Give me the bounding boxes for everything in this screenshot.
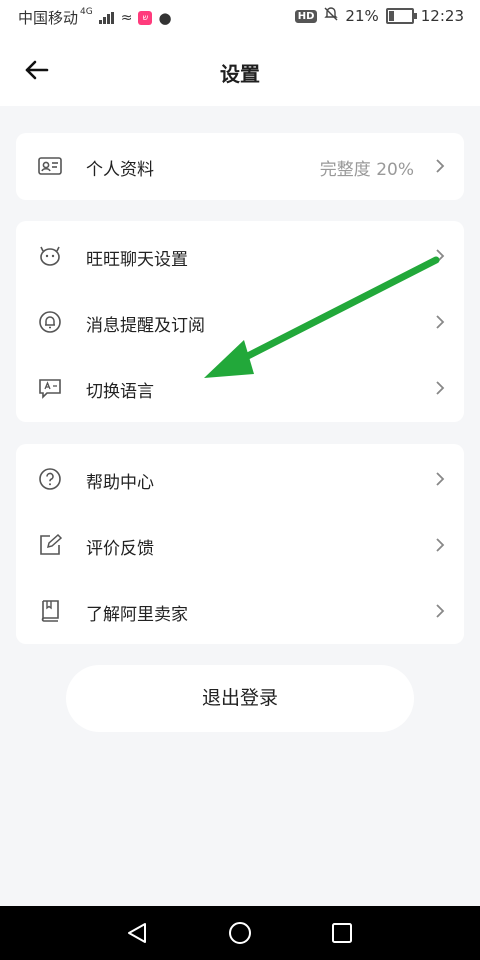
notification-subscription-row[interactable]: 消息提醒及订阅: [16, 289, 464, 355]
nav-home-button[interactable]: [225, 918, 255, 948]
nav-back-button[interactable]: [123, 918, 153, 948]
circle-home-icon: [229, 922, 251, 944]
mute-bell-icon: [324, 7, 339, 25]
logout-button[interactable]: 退出登录: [66, 665, 414, 732]
feedback-row[interactable]: 评价反馈: [16, 512, 464, 578]
profile-label: 个人资料: [86, 160, 154, 180]
status-bar: 中国移动 4G ≈ ש ● HD 21% 12:23: [0, 0, 480, 34]
language-icon: [39, 379, 61, 399]
page-title: 设置: [220, 62, 260, 86]
hd-icon: HD: [294, 9, 318, 23]
header: 设置: [0, 34, 480, 106]
network-type: 4G: [80, 6, 93, 17]
clock: 12:23: [420, 7, 464, 25]
profile-card: 个人资料 完整度 20%: [16, 133, 464, 200]
edit-icon: [40, 533, 62, 555]
chat-settings-label: 旺旺聊天设置: [86, 250, 188, 270]
wifi-icon: ≈: [120, 9, 133, 26]
book-icon: [41, 600, 59, 622]
battery-percent: 21%: [345, 7, 379, 25]
nav-recents-button[interactable]: [327, 918, 357, 948]
battery-icon: [385, 8, 417, 24]
about-seller-row[interactable]: 了解阿里卖家: [16, 578, 464, 644]
help-center-label: 帮助中心: [86, 473, 154, 493]
app-notification-icon: ש: [138, 10, 153, 25]
switch-language-label: 切换语言: [86, 382, 154, 402]
chevron-right-icon: [436, 381, 445, 395]
id-card-icon: [38, 157, 62, 175]
chevron-right-icon: [436, 604, 445, 618]
chevron-right-icon: [436, 159, 445, 173]
question-circle-icon: [39, 468, 61, 490]
chevron-right-icon: [436, 538, 445, 552]
system-nav-bar: [0, 906, 480, 960]
help-center-row[interactable]: 帮助中心: [16, 446, 464, 512]
feedback-label: 评价反馈: [86, 539, 154, 559]
help-card: 帮助中心 评价反馈 了解阿里卖家: [16, 444, 464, 644]
settings-card: 旺旺聊天设置 消息提醒及订阅 切换语言: [16, 221, 464, 422]
carrier-name: 中国移动: [18, 9, 79, 27]
square-recents-icon: [332, 923, 352, 943]
profile-completeness: 完整度 20%: [319, 160, 414, 180]
chevron-right-icon: [436, 249, 445, 263]
bell-icon: [39, 311, 61, 333]
wangwang-icon: [40, 246, 60, 266]
chevron-right-icon: [436, 472, 445, 486]
chevron-right-icon: [436, 315, 445, 329]
triangle-back-icon: [128, 923, 146, 943]
notification-label: 消息提醒及订阅: [86, 316, 205, 336]
signal-icon: [98, 11, 115, 24]
switch-language-row[interactable]: 切换语言: [16, 355, 464, 421]
profile-row[interactable]: 个人资料 完整度 20%: [16, 133, 464, 200]
about-seller-label: 了解阿里卖家: [86, 605, 188, 625]
chat-settings-row[interactable]: 旺旺聊天设置: [16, 223, 464, 289]
message-icon: ●: [158, 8, 172, 27]
